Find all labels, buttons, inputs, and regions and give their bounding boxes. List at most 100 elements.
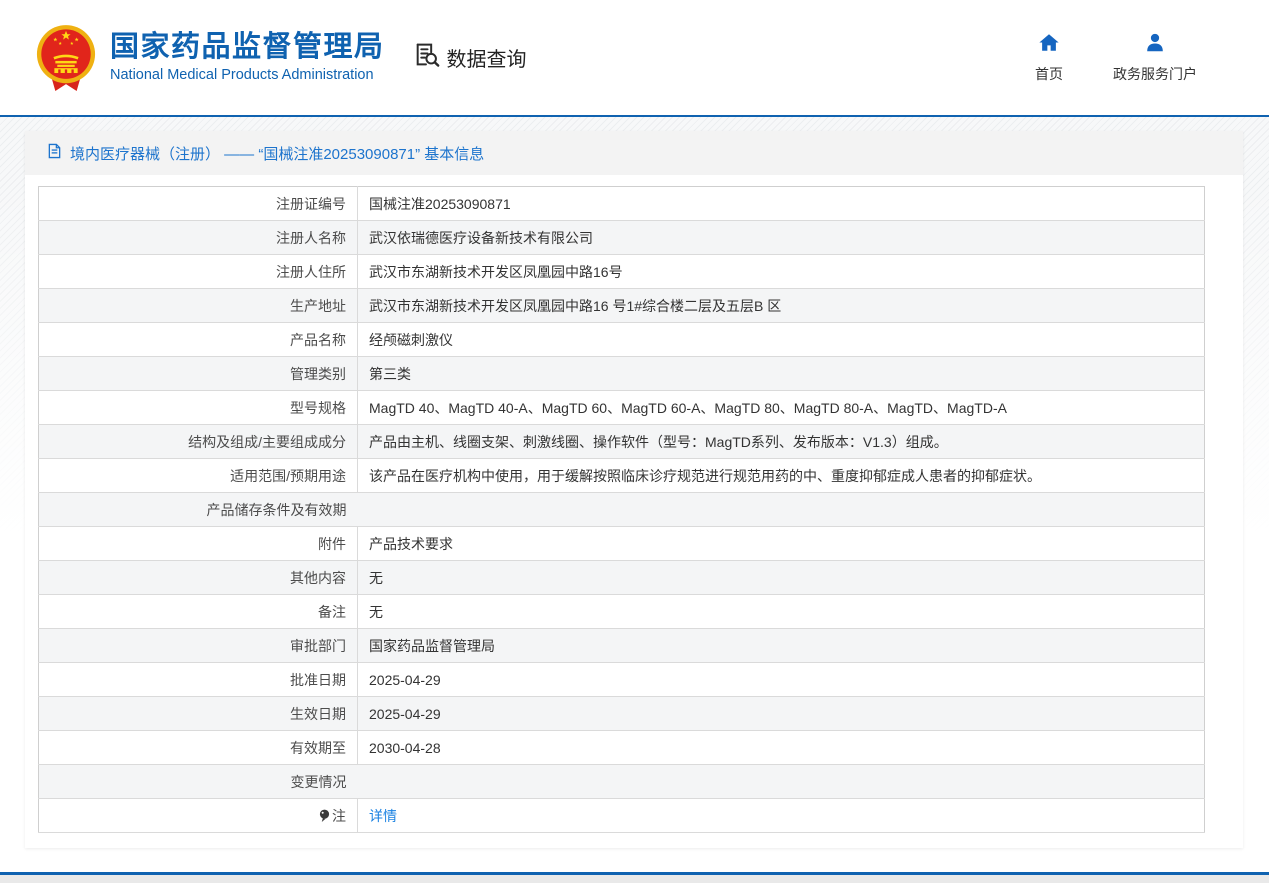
field-value-text: 无 (369, 603, 383, 620)
table-row: 注 详情 (38, 798, 1205, 833)
table-row: 产品储存条件及有效期 (38, 492, 1205, 527)
field-label: 变更情况 (38, 764, 358, 799)
table-row: 注册人住所 武汉市东湖新技术开发区凤凰园中路16号 (38, 254, 1205, 289)
field-label: 生产地址 (38, 288, 358, 323)
field-value (357, 764, 1205, 799)
field-label-text: 生效日期 (290, 705, 346, 722)
field-value-text: 2025-04-29 (369, 671, 441, 688)
field-label: 注册人住所 (38, 254, 358, 289)
document-icon (47, 143, 62, 163)
table-row: 变更情况 (38, 764, 1205, 799)
field-value-text: 第三类 (369, 365, 411, 382)
breadcrumb: 境内医疗器械（注册） —— “国械注准20253090871” 基本信息 (25, 131, 1243, 175)
field-value-text: 武汉依瑞德医疗设备新技术有限公司 (369, 229, 593, 246)
field-value: 无 (357, 594, 1205, 629)
field-label-text: 批准日期 (290, 671, 346, 688)
field-label-text: 管理类别 (290, 365, 346, 382)
table-row: 备注 无 (38, 594, 1205, 629)
field-value-text: 经颅磁刺激仪 (369, 331, 453, 348)
brand: 国家药品监督管理局 National Medical Products Admi… (35, 22, 385, 94)
field-label-text: 注册人住所 (276, 263, 346, 280)
field-value: 2025-04-29 (357, 662, 1205, 697)
table-row: 生产地址 武汉市东湖新技术开发区凤凰园中路16 号1#综合楼二层及五层B 区 (38, 288, 1205, 323)
table-row: 注册证编号 国械注准20253090871 (38, 186, 1205, 221)
field-value-text: 2025-04-29 (369, 705, 441, 722)
site-subtitle: National Medical Products Administration (110, 66, 374, 83)
field-value-text: 国家药品监督管理局 (369, 637, 495, 654)
field-value: 2025-04-29 (357, 696, 1205, 731)
field-label: 适用范围/预期用途 (38, 458, 358, 493)
field-value: 第三类 (357, 356, 1205, 391)
brand-text: 国家药品监督管理局 National Medical Products Admi… (110, 31, 385, 83)
field-label: 产品名称 (38, 322, 358, 357)
field-value-text: 武汉市东湖新技术开发区凤凰园中路16 号1#综合楼二层及五层B 区 (369, 297, 782, 314)
field-value-text: 国械注准20253090871 (369, 195, 511, 212)
field-label-text: 结构及组成/主要组成成分 (188, 433, 346, 450)
note-balloon-icon (319, 809, 330, 826)
field-label: 附件 (38, 526, 358, 561)
home-icon (1038, 32, 1060, 57)
field-value-text: 无 (369, 569, 383, 586)
field-value: MagTD 40、MagTD 40-A、MagTD 60、MagTD 60-A、… (357, 390, 1205, 425)
field-label-text: 备注 (318, 603, 346, 620)
field-label: 其他内容 (38, 560, 358, 595)
table-row: 有效期至 2030-04-28 (38, 730, 1205, 765)
field-label-text: 变更情况 (290, 773, 347, 790)
detail-table: 注册证编号 国械注准20253090871 注册人名称 武汉依瑞德医疗设备新技术… (38, 186, 1205, 833)
field-label: 产品储存条件及有效期 (38, 492, 358, 527)
field-value: 武汉市东湖新技术开发区凤凰园中路16 号1#综合楼二层及五层B 区 (357, 288, 1205, 323)
nav-home[interactable]: 首页 (1035, 32, 1063, 84)
page-footer (0, 872, 1269, 883)
field-value: 无 (357, 560, 1205, 595)
field-label: 注 (38, 798, 358, 833)
field-value-text: 该产品在医疗机构中使用，用于缓解按照临床诊疗规范进行规范用药的中、重度抑郁症成人… (369, 467, 1041, 484)
field-label: 生效日期 (38, 696, 358, 731)
table-row: 结构及组成/主要组成成分 产品由主机、线圈支架、刺激线圈、操作软件（型号：Mag… (38, 424, 1205, 459)
field-label-text: 注册证编号 (276, 195, 346, 212)
field-value: 该产品在医疗机构中使用，用于缓解按照临床诊疗规范进行规范用药的中、重度抑郁症成人… (357, 458, 1205, 493)
table-row: 其他内容 无 (38, 560, 1205, 595)
page-background: 境内医疗器械（注册） —— “国械注准20253090871” 基本信息 注册证… (0, 117, 1269, 876)
field-value: 国械注准20253090871 (357, 186, 1205, 221)
field-value: 武汉市东湖新技术开发区凤凰园中路16号 (357, 254, 1205, 289)
site-header: 国家药品监督管理局 National Medical Products Admi… (0, 0, 1269, 117)
detail-link[interactable]: 详情 (369, 808, 397, 824)
data-query-label: 数据查询 (446, 49, 527, 71)
field-label: 结构及组成/主要组成成分 (38, 424, 358, 459)
field-label-text: 产品名称 (290, 331, 346, 348)
table-row: 生效日期 2025-04-29 (38, 696, 1205, 731)
field-label-text: 产品储存条件及有效期 (206, 501, 347, 518)
field-value-text: 产品技术要求 (369, 535, 453, 552)
field-value: 国家药品监督管理局 (357, 628, 1205, 663)
nav-gov-portal[interactable]: 政务服务门户 (1113, 32, 1197, 84)
field-value: 经颅磁刺激仪 (357, 322, 1205, 357)
table-row: 批准日期 2025-04-29 (38, 662, 1205, 697)
field-value: 2030-04-28 (357, 730, 1205, 765)
field-label-text: 附件 (318, 535, 346, 552)
field-value-text: 2030-04-28 (369, 739, 441, 756)
field-value-text: MagTD 40、MagTD 40-A、MagTD 60、MagTD 60-A、… (369, 399, 1007, 416)
table-row: 适用范围/预期用途 该产品在医疗机构中使用，用于缓解按照临床诊疗规范进行规范用药… (38, 458, 1205, 493)
table-row: 管理类别 第三类 (38, 356, 1205, 391)
field-label: 管理类别 (38, 356, 358, 391)
site-title: 国家药品监督管理局 (110, 31, 385, 64)
national-emblem-logo (35, 22, 97, 94)
field-label-text: 注 (332, 807, 346, 824)
field-label-text: 生产地址 (290, 297, 346, 314)
table-row: 产品名称 经颅磁刺激仪 (38, 322, 1205, 357)
field-value-text: 产品由主机、线圈支架、刺激线圈、操作软件（型号：MagTD系列、发布版本：V1.… (369, 433, 948, 450)
table-row: 注册人名称 武汉依瑞德医疗设备新技术有限公司 (38, 220, 1205, 255)
header-nav: 首页 政务服务门户 (1035, 32, 1197, 84)
field-value: 详情 (357, 798, 1205, 833)
field-label: 注册证编号 (38, 186, 358, 221)
detail-table-body: 注册证编号 国械注准20253090871 注册人名称 武汉依瑞德医疗设备新技术… (38, 186, 1205, 833)
field-label: 有效期至 (38, 730, 358, 765)
field-value: 产品技术要求 (357, 526, 1205, 561)
breadcrumb-text: 境内医疗器械（注册） —— “国械注准20253090871” 基本信息 (70, 145, 485, 163)
data-query-section: 数据查询 (413, 41, 527, 74)
field-value (357, 492, 1205, 527)
table-row: 型号规格 MagTD 40、MagTD 40-A、MagTD 60、MagTD … (38, 390, 1205, 425)
field-label-text: 有效期至 (290, 739, 346, 756)
field-label: 备注 (38, 594, 358, 629)
field-label-text: 其他内容 (290, 569, 346, 586)
